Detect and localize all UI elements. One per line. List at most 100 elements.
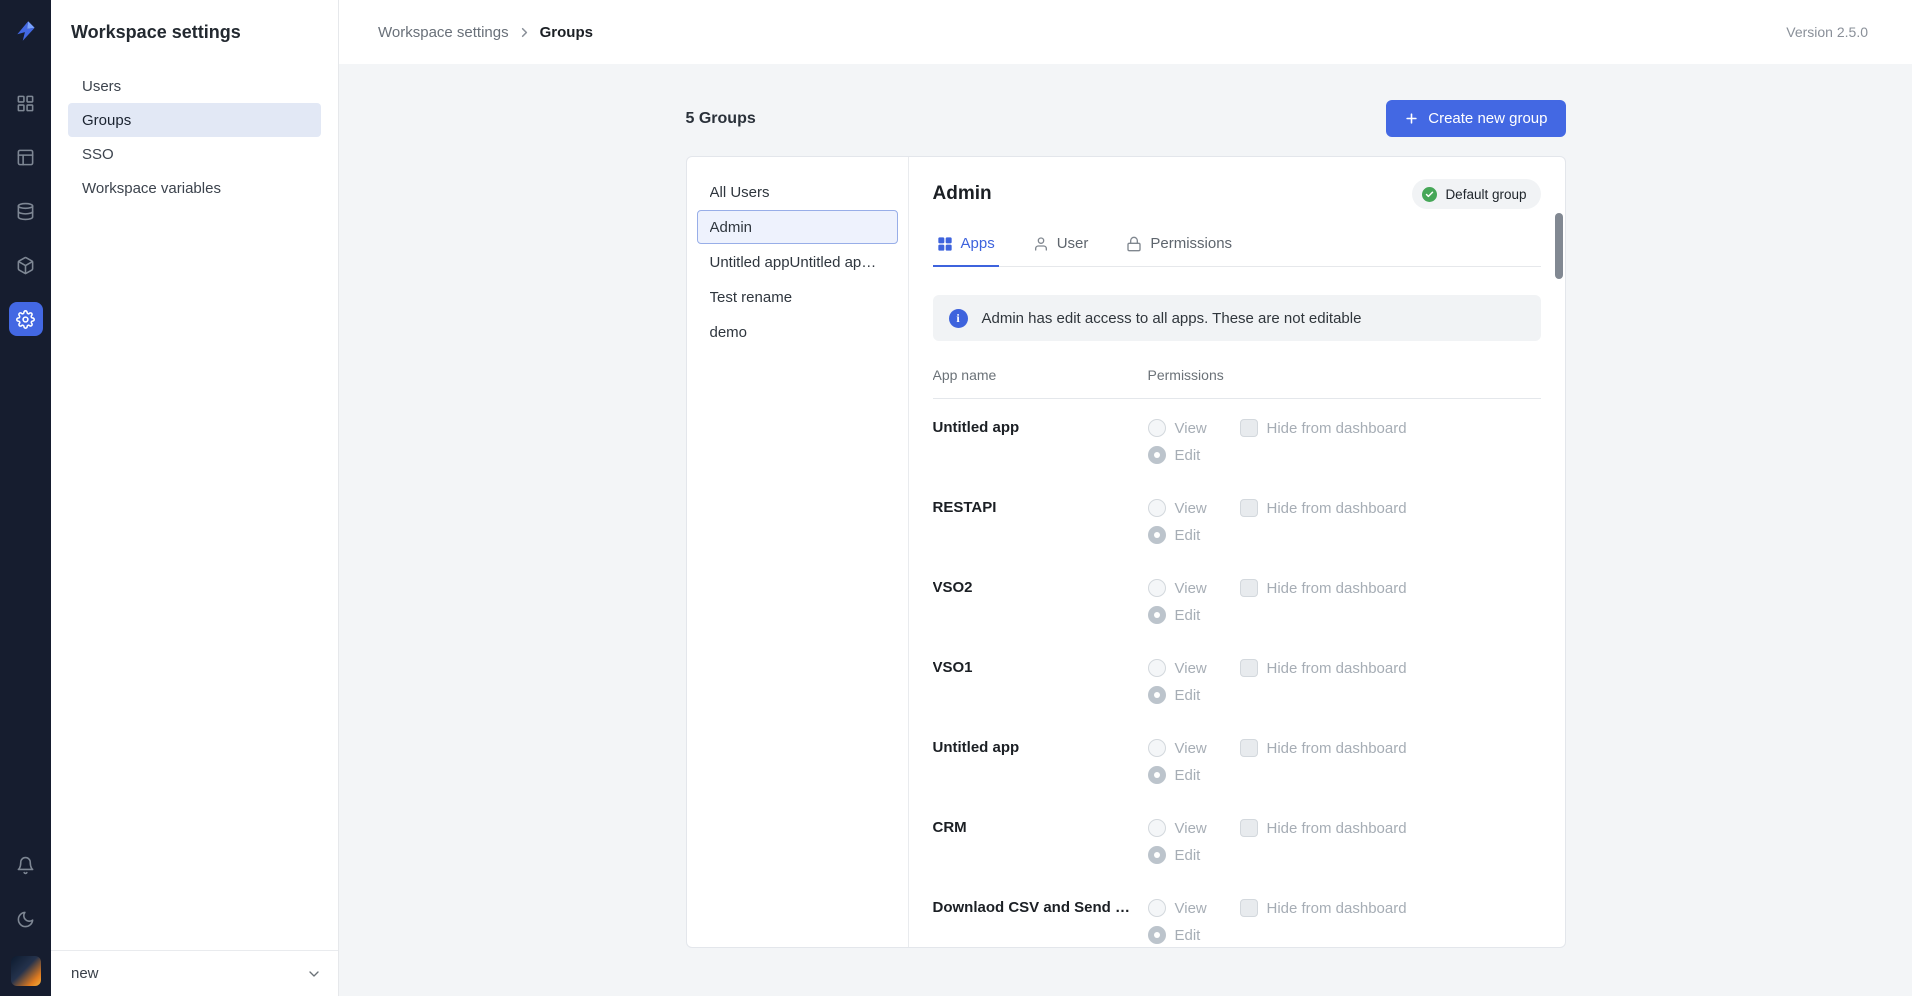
apps-permissions-table: App name Permissions Untitled app View H… [933, 351, 1541, 948]
edit-label: Edit [1175, 687, 1201, 704]
table-header: App name Permissions [933, 351, 1541, 399]
hide-label: Hide from dashboard [1267, 740, 1407, 757]
view-permission-radio[interactable]: View [1148, 499, 1240, 517]
tab-user-label: User [1057, 235, 1089, 252]
hide-from-dashboard-checkbox[interactable]: Hide from dashboard [1240, 579, 1407, 597]
radio-icon [1148, 526, 1166, 544]
edit-permission-radio[interactable]: Edit [1148, 846, 1201, 864]
edit-permission-radio[interactable]: Edit [1148, 686, 1201, 704]
view-permission-radio[interactable]: View [1148, 899, 1240, 917]
rail-bottom-icons [9, 848, 43, 996]
user-icon [1033, 236, 1049, 252]
apps-nav-icon[interactable] [9, 86, 43, 120]
radio-icon [1148, 659, 1166, 677]
hide-label: Hide from dashboard [1267, 820, 1407, 837]
tab-user[interactable]: User [1029, 229, 1093, 267]
groups-count: 5 Groups [686, 110, 756, 128]
view-permission-radio[interactable]: View [1148, 659, 1240, 677]
app-logo[interactable] [9, 14, 43, 48]
scrollbar-thumb[interactable] [1555, 213, 1563, 279]
edit-label: Edit [1175, 767, 1201, 784]
rail-top-icons [9, 0, 43, 336]
sidebar-nav-item-label: SSO [82, 146, 114, 163]
checkbox-icon [1240, 659, 1258, 677]
group-list-item[interactable]: demo [697, 315, 898, 349]
content-area: 5 Groups Create new group All Users Admi… [339, 64, 1912, 996]
tab-apps[interactable]: Apps [933, 229, 999, 267]
view-permission-radio[interactable]: View [1148, 739, 1240, 757]
checkbox-icon [1240, 899, 1258, 917]
breadcrumb-root[interactable]: Workspace settings [378, 24, 509, 41]
hide-label: Hide from dashboard [1267, 900, 1407, 917]
sidebar-nav-item-label: Groups [82, 112, 131, 129]
radio-icon [1148, 899, 1166, 917]
hide-from-dashboard-checkbox[interactable]: Hide from dashboard [1240, 499, 1407, 517]
group-list-item[interactable]: Untitled appUntitled appUntitle… [697, 245, 898, 279]
notifications-bell-icon[interactable] [9, 848, 43, 882]
column-header-app-name: App name [933, 367, 1148, 383]
edit-permission-radio[interactable]: Edit [1148, 526, 1201, 544]
breadcrumb-current: Groups [540, 24, 593, 41]
dark-mode-moon-icon[interactable] [9, 902, 43, 936]
view-permission-radio[interactable]: View [1148, 419, 1240, 437]
hide-from-dashboard-checkbox[interactable]: Hide from dashboard [1240, 739, 1407, 757]
plus-icon [1404, 111, 1419, 126]
hide-from-dashboard-checkbox[interactable]: Hide from dashboard [1240, 419, 1407, 437]
app-name: Downlaod CSV and Send attac… [933, 899, 1148, 948]
database-nav-icon[interactable] [9, 194, 43, 228]
edit-permission-radio[interactable]: Edit [1148, 446, 1201, 464]
edit-permission-radio[interactable]: Edit [1148, 606, 1201, 624]
workflows-nav-icon[interactable] [9, 140, 43, 174]
group-list: All Users Admin Untitled appUntitled app… [687, 157, 909, 947]
group-list-item[interactable]: Test rename [697, 280, 898, 314]
group-list-item[interactable]: All Users [697, 175, 898, 209]
sidebar-nav-item[interactable]: Workspace variables [68, 171, 321, 205]
admin-access-notice: i Admin has edit access to all apps. The… [933, 295, 1541, 341]
edit-label: Edit [1175, 847, 1201, 864]
edit-permission-radio[interactable]: Edit [1148, 926, 1201, 944]
group-name: All Users [710, 184, 770, 201]
app-name: VSO2 [933, 579, 1148, 639]
user-avatar[interactable] [11, 956, 41, 986]
edit-permission-radio[interactable]: Edit [1148, 766, 1201, 784]
checkbox-icon [1240, 579, 1258, 597]
tab-permissions[interactable]: Permissions [1122, 229, 1236, 267]
sidebar-nav-item[interactable]: Groups [68, 103, 321, 137]
app-rail [0, 0, 51, 996]
app-permissions-row: Untitled app View Hide from dashboard Ed… [933, 719, 1541, 799]
default-group-badge-label: Default group [1445, 187, 1526, 202]
view-permission-radio[interactable]: View [1148, 579, 1240, 597]
view-label: View [1175, 820, 1207, 837]
app-permissions-row: Downlaod CSV and Send attac… View Hide f… [933, 879, 1541, 948]
edit-label: Edit [1175, 607, 1201, 624]
workspace-switcher[interactable]: new [51, 950, 338, 996]
group-list-item[interactable]: Admin [697, 210, 898, 244]
sidebar-nav-item[interactable]: Users [68, 69, 321, 103]
hide-from-dashboard-checkbox[interactable]: Hide from dashboard [1240, 819, 1407, 837]
marketplace-nav-icon[interactable] [9, 248, 43, 282]
radio-icon [1148, 846, 1166, 864]
hide-from-dashboard-checkbox[interactable]: Hide from dashboard [1240, 899, 1407, 917]
view-label: View [1175, 580, 1207, 597]
groups-card: All Users Admin Untitled appUntitled app… [686, 156, 1566, 948]
workspace-name: new [71, 965, 99, 982]
workspace-settings-app: Workspace settings Users Groups SSO Work… [0, 0, 1912, 996]
detail-tabs: Apps User [933, 229, 1541, 267]
lock-icon [1126, 236, 1142, 252]
hide-label: Hide from dashboard [1267, 580, 1407, 597]
app-permissions-row: RESTAPI View Hide from dashboard Edit [933, 479, 1541, 559]
radio-icon [1148, 419, 1166, 437]
sidebar-nav-item[interactable]: SSO [68, 137, 321, 171]
settings-sidebar: Workspace settings Users Groups SSO Work… [51, 0, 339, 996]
view-label: View [1175, 900, 1207, 917]
sidebar-title: Workspace settings [51, 0, 338, 43]
radio-icon [1148, 926, 1166, 944]
radio-icon [1148, 739, 1166, 757]
hide-from-dashboard-checkbox[interactable]: Hide from dashboard [1240, 659, 1407, 677]
create-new-group-button[interactable]: Create new group [1386, 100, 1565, 137]
view-label: View [1175, 500, 1207, 517]
view-permission-radio[interactable]: View [1148, 819, 1240, 837]
apps-table-body: Untitled app View Hide from dashboard Ed… [933, 399, 1541, 948]
settings-nav-icon[interactable] [9, 302, 43, 336]
group-detail-panel: Admin Default group [909, 157, 1565, 947]
